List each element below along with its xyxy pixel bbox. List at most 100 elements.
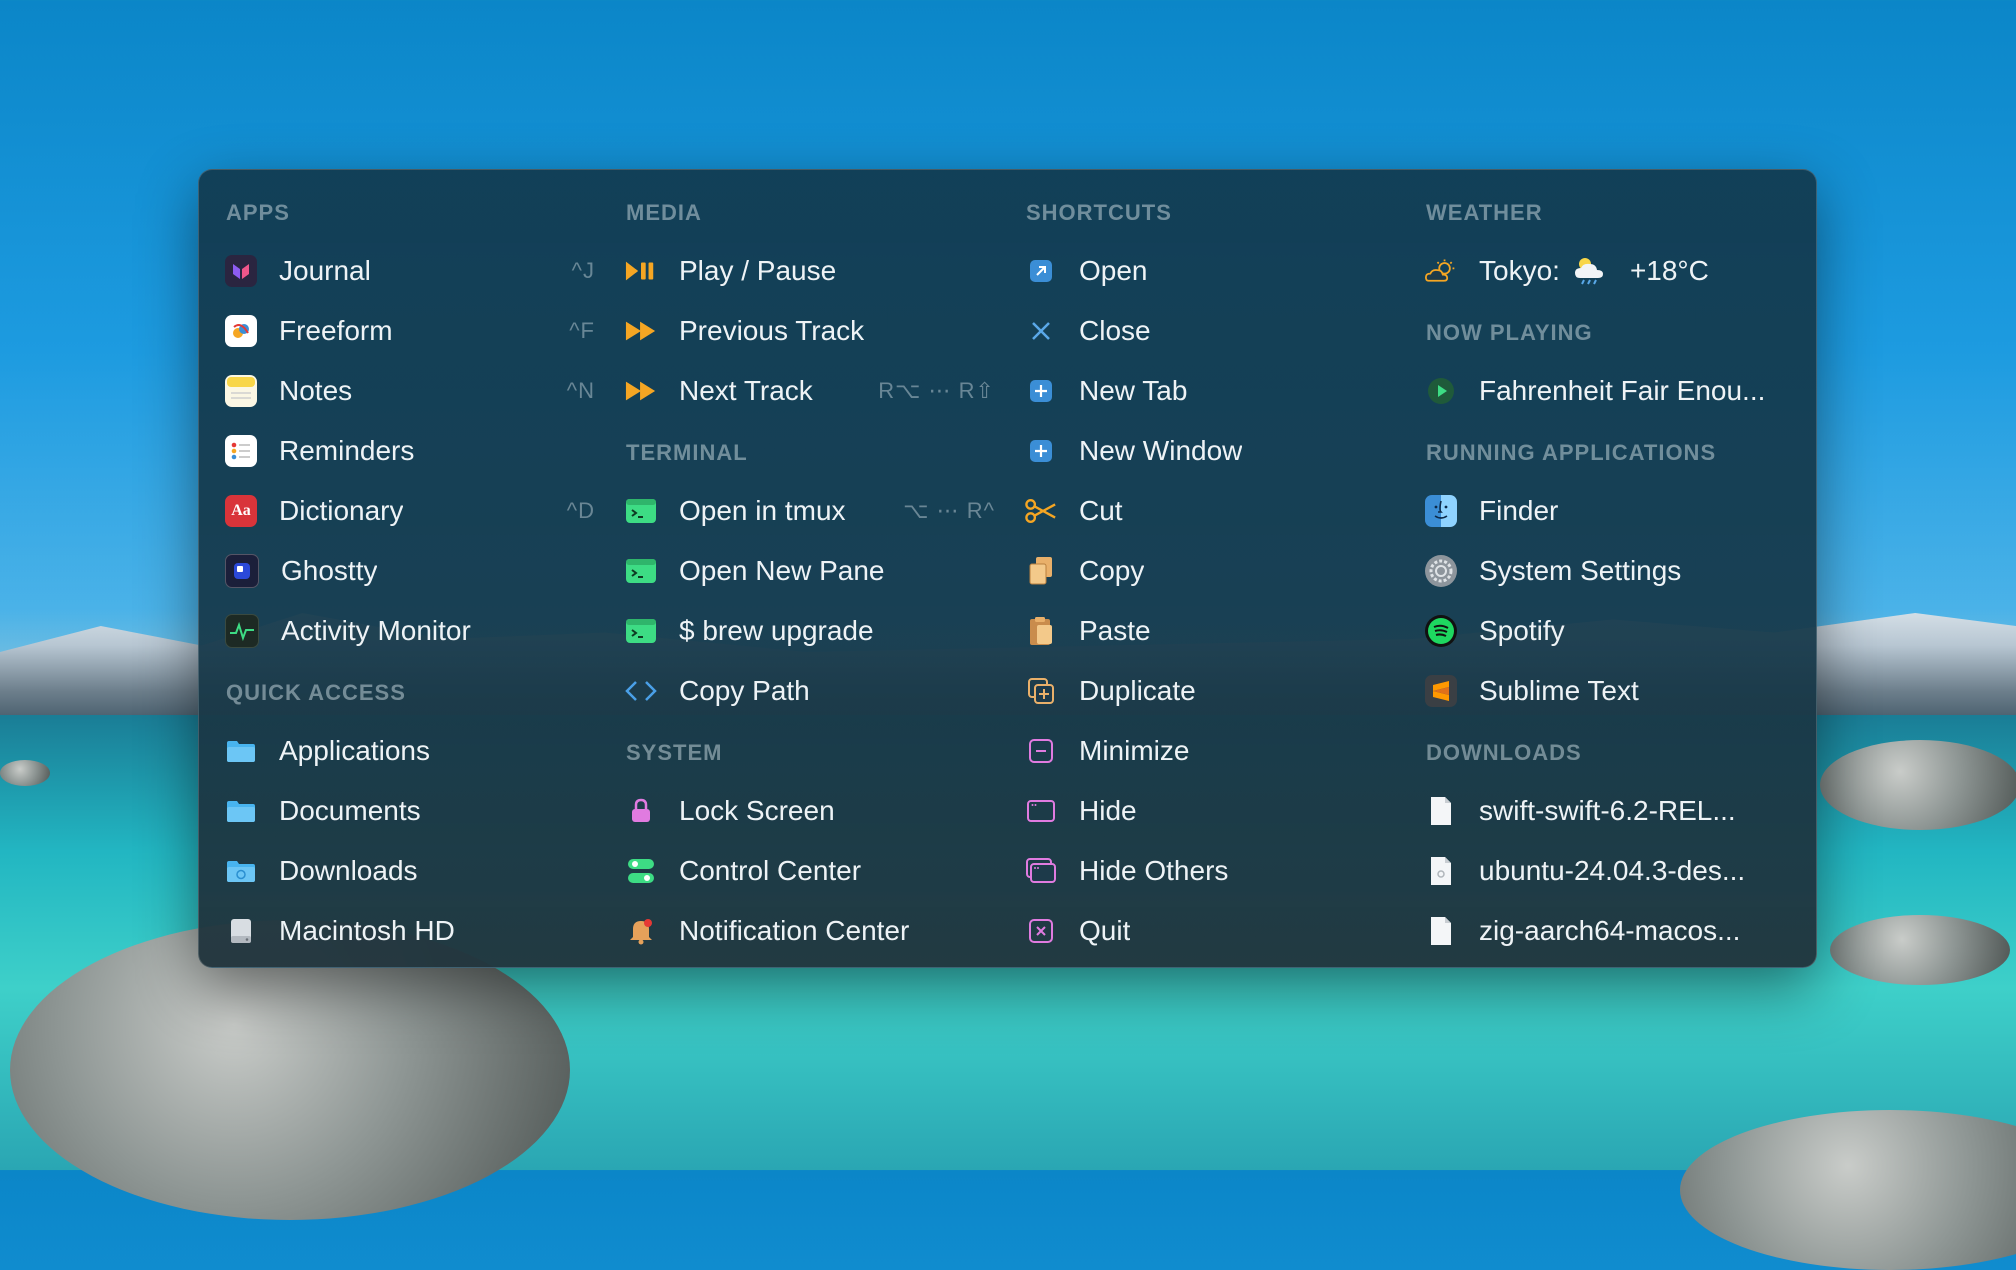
journal-icon — [225, 255, 257, 287]
item-label: zig-aarch64-macos... — [1479, 915, 1741, 946]
plus-icon — [1025, 375, 1057, 407]
item-label: Minimize — [1079, 735, 1190, 766]
system-item-control-center[interactable]: Control Center — [599, 846, 999, 896]
download-item[interactable]: zig-aarch64-macos... — [1399, 906, 1799, 956]
fast-forward-icon — [625, 375, 657, 407]
fast-forward-icon — [625, 315, 657, 347]
shortcut-item-quit[interactable]: Quit — [999, 906, 1399, 956]
app-item-freeform[interactable]: Freeform ^F — [199, 306, 599, 356]
item-label: Activity Monitor — [281, 615, 471, 646]
section-header-now-playing: NOW PLAYING — [1426, 320, 1593, 345]
shortcut-item-hide-others[interactable]: Hide Others — [999, 846, 1399, 896]
item-label: System Settings — [1479, 555, 1682, 586]
download-item[interactable]: swift-swift-6.2-REL... — [1399, 786, 1799, 836]
terminal-icon — [625, 615, 657, 647]
ghostty-icon — [225, 554, 259, 588]
media-item-previous-track[interactable]: Previous Track — [599, 306, 999, 356]
app-item-journal[interactable]: Journal ^J — [199, 246, 599, 296]
terminal-item-copy-path[interactable]: Copy Path — [599, 666, 999, 716]
app-item-notes[interactable]: Notes ^N — [199, 366, 599, 416]
shortcut-item-copy[interactable]: Copy — [999, 546, 1399, 596]
disk-icon — [225, 915, 257, 947]
section-header-downloads: DOWNLOADS — [1426, 740, 1582, 765]
shortcut-item-duplicate[interactable]: Duplicate — [999, 666, 1399, 716]
quit-icon — [1025, 915, 1057, 947]
running-item-finder[interactable]: Finder — [1399, 486, 1799, 536]
section-header-apps: APPS — [226, 200, 290, 225]
item-label: Finder — [1479, 495, 1559, 526]
reminders-icon — [225, 435, 257, 467]
quick-access-item-documents[interactable]: Documents — [199, 786, 599, 836]
cloud-sun-rain-icon — [1572, 256, 1606, 286]
activity-monitor-icon — [225, 614, 259, 648]
item-label: $ brew upgrade — [679, 615, 874, 646]
shortcut-item-new-window[interactable]: New Window — [999, 426, 1399, 476]
dictionary-icon: Aa — [225, 495, 257, 527]
app-item-dictionary[interactable]: Aa Dictionary ^D — [199, 486, 599, 536]
item-label: Copy — [1079, 555, 1145, 586]
file-icon — [1425, 915, 1457, 947]
app-item-activity-monitor[interactable]: Activity Monitor — [199, 606, 599, 656]
notes-icon — [225, 375, 257, 407]
running-item-system-settings[interactable]: System Settings — [1399, 546, 1799, 596]
system-settings-icon — [1425, 555, 1457, 587]
partly-sunny-icon — [1425, 255, 1457, 287]
terminal-icon — [625, 555, 657, 587]
section-header-terminal: TERMINAL — [626, 440, 748, 465]
app-item-reminders[interactable]: Reminders — [199, 426, 599, 476]
folder-icon — [225, 855, 257, 887]
section-header-weather: WEATHER — [1426, 200, 1543, 225]
item-label: Notes — [279, 375, 353, 406]
item-label: Macintosh HD — [279, 915, 455, 946]
scissors-icon — [1025, 495, 1057, 527]
terminal-item-brew-upgrade[interactable]: $ brew upgrade — [599, 606, 999, 656]
weather-city: Tokyo: — [1479, 255, 1560, 286]
quick-access-item-applications[interactable]: Applications — [199, 726, 599, 776]
item-label: Ghostty — [281, 555, 378, 586]
shortcut-item-open[interactable]: Open — [999, 246, 1399, 296]
media-item-play-pause[interactable]: Play / Pause — [599, 246, 999, 296]
running-item-spotify[interactable]: Spotify — [1399, 606, 1799, 656]
open-arrow-icon — [1025, 255, 1057, 287]
item-label: Previous Track — [679, 315, 865, 346]
play-circle-icon — [1425, 375, 1457, 407]
section-header-shortcuts: SHORTCUTS — [1026, 200, 1172, 225]
hide-others-icon — [1025, 855, 1057, 887]
hide-icon — [1025, 795, 1057, 827]
weather-row[interactable]: Tokyo: +18°C — [1399, 246, 1799, 296]
item-label: Hide Others — [1079, 855, 1229, 886]
item-shortcut: ^F — [569, 318, 595, 343]
item-label: Applications — [279, 735, 430, 766]
download-item[interactable]: ubuntu-24.04.3-des... — [1399, 846, 1799, 896]
play-pause-icon — [625, 255, 657, 287]
quick-access-item-macintosh-hd[interactable]: Macintosh HD — [199, 906, 599, 956]
item-label: Spotify — [1479, 615, 1565, 646]
shortcut-item-close[interactable]: Close — [999, 306, 1399, 356]
terminal-item-open-new-pane[interactable]: Open New Pane — [599, 546, 999, 596]
item-label: Next Track — [679, 375, 813, 406]
quick-access-item-downloads[interactable]: Downloads — [199, 846, 599, 896]
shortcut-item-cut[interactable]: Cut — [999, 486, 1399, 536]
bell-icon — [625, 915, 657, 947]
running-item-sublime-text[interactable]: Sublime Text — [1399, 666, 1799, 716]
system-item-notification-center[interactable]: Notification Center — [599, 906, 999, 956]
code-icon — [625, 675, 657, 707]
system-item-lock-screen[interactable]: Lock Screen — [599, 786, 999, 836]
item-label: Reminders — [279, 435, 415, 466]
folder-icon — [225, 795, 257, 827]
terminal-item-open-in-tmux[interactable]: Open in tmux ⌥ ⋯ R^ — [599, 486, 999, 536]
item-label: Documents — [279, 795, 421, 826]
shortcut-item-minimize[interactable]: Minimize — [999, 726, 1399, 776]
item-label: Freeform — [279, 315, 393, 346]
app-item-ghostty[interactable]: Ghostty — [199, 546, 599, 596]
media-item-next-track[interactable]: Next Track R⌥ ⋯ R⇧ — [599, 366, 999, 416]
freeform-icon — [225, 315, 257, 347]
item-label: Sublime Text — [1479, 675, 1639, 706]
shortcut-item-new-tab[interactable]: New Tab — [999, 366, 1399, 416]
now-playing-row[interactable]: Fahrenheit Fair Enou... — [1399, 366, 1799, 416]
item-label: Duplicate — [1079, 675, 1196, 706]
item-label: Notification Center — [679, 915, 910, 946]
shortcut-item-paste[interactable]: Paste — [999, 606, 1399, 656]
shortcut-item-hide[interactable]: Hide — [999, 786, 1399, 836]
item-label: Open in tmux — [679, 495, 846, 526]
